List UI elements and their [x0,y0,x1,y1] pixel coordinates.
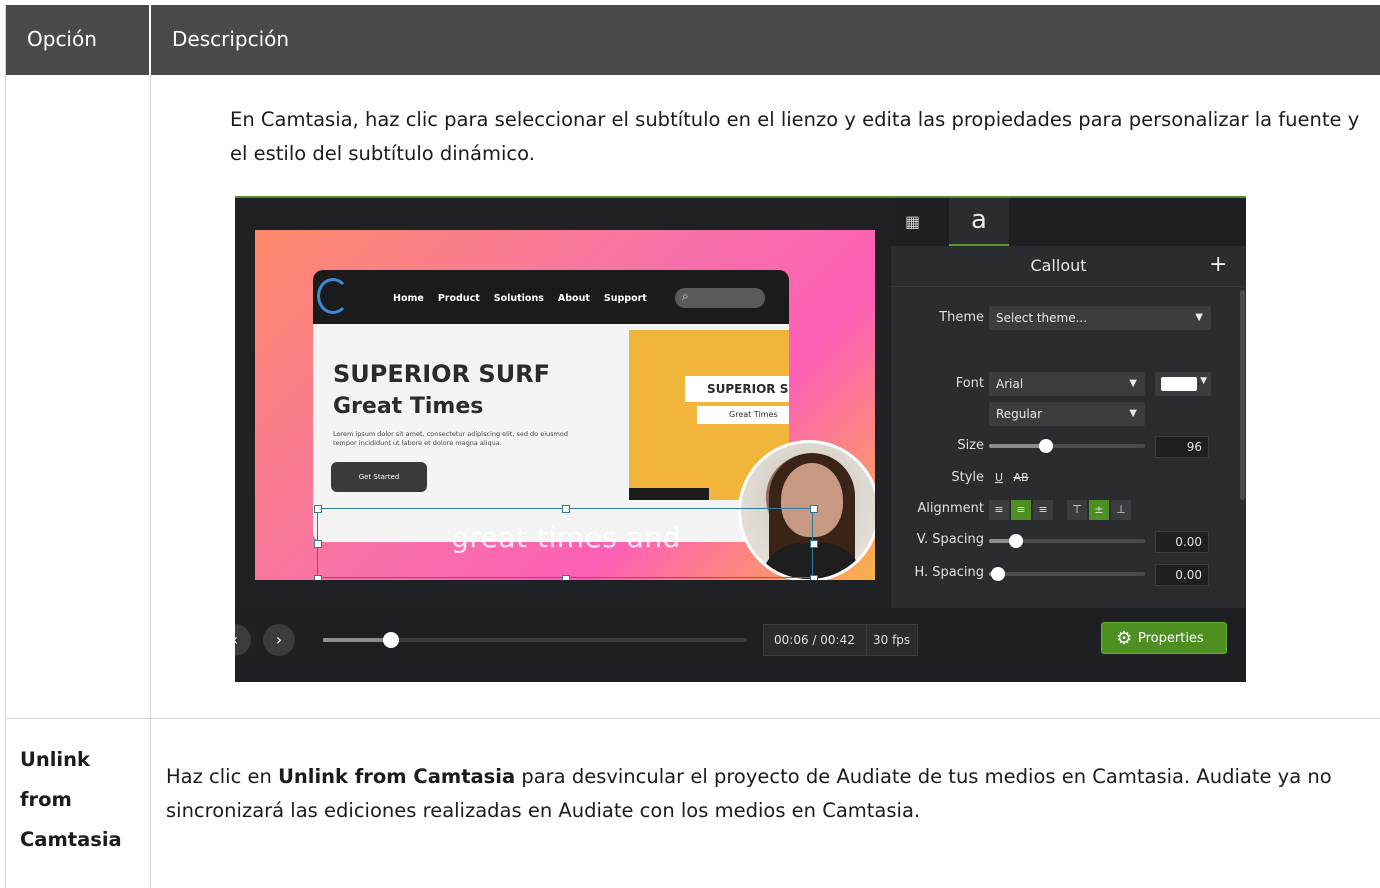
theme-select[interactable]: Select theme... ▼ [989,306,1211,330]
website-nav-links: Home Product Solutions About Support [393,293,661,304]
gear-icon: ⚙ [1116,628,1133,649]
underline-icon[interactable]: U [989,468,1009,488]
font-weight-select[interactable]: Regular ▼ [989,402,1145,426]
panel-tabs: ▦ a [891,198,1246,246]
resize-handle[interactable] [314,540,322,548]
canvas-area: Home Product Solutions About Support ⌕ SUPER… [235,198,891,608]
align-right-icon[interactable]: ≡ [1033,500,1053,520]
hspacing-slider[interactable] [989,567,1145,581]
resize-handle[interactable] [562,575,570,580]
resize-handle[interactable] [562,505,570,513]
align-center-icon[interactable]: ≡ [1011,500,1031,520]
resize-handle[interactable] [810,540,818,548]
table-header: Opción Descripción [6,5,1380,75]
row-divider [6,718,1380,719]
size-slider[interactable] [989,439,1145,453]
playhead-knob[interactable] [382,632,399,648]
get-started-button: Get Started [331,462,427,492]
dynamic-caption[interactable]: great times and [318,521,814,554]
mini-player [629,488,709,500]
caption-selection[interactable]: great times and [314,505,818,580]
resize-handle[interactable] [314,575,322,580]
weight-value: Regular [996,407,1043,421]
chevron-left-icon[interactable]: ‹ [235,624,251,656]
time-display: 00:06 / 00:42 30 fps [763,624,918,656]
website-nav: Home Product Solutions About Support ⌕ [313,270,789,324]
add-icon[interactable]: + [1209,252,1227,277]
style-label: Style [951,470,984,485]
align-middle-icon[interactable]: ± [1089,500,1109,520]
panel-scrollbar[interactable] [1240,290,1245,500]
timeline-scrubber[interactable] [323,632,747,648]
nav-home: Home [393,293,424,304]
chevron-down-icon: ▼ [1195,312,1203,323]
chevron-down-icon: ▼ [1200,376,1207,386]
font-value: Arial [996,377,1024,391]
video-frame: Home Product Solutions About Support ⌕ SUPER… [255,230,875,580]
row2-description: Haz clic en Unlink from Camtasia para de… [166,760,1366,828]
properties-button[interactable]: ⚙ Properties [1101,622,1227,654]
row2-text-before: Haz clic en [166,765,279,788]
properties-label: Properties [1138,631,1204,646]
size-input[interactable]: 96 [1155,436,1209,458]
card-subtitle: Great Times [697,406,789,424]
panel-title: Callout [1030,256,1087,275]
font-select[interactable]: Arial ▼ [989,372,1145,396]
resize-handle[interactable] [810,575,818,580]
card-title: SUPERIOR SU [685,376,789,402]
chevron-down-icon: ▼ [1129,378,1137,389]
hspacing-slider-knob[interactable] [991,567,1005,581]
theme-value: Select theme... [996,311,1088,325]
camtasia-screenshot: Home Product Solutions About Support ⌕ SUPER… [235,196,1246,682]
size-slider-knob[interactable] [1039,439,1053,453]
header-description: Descripción [172,27,290,51]
row2-text-bold: Unlink from Camtasia [278,765,516,788]
vspacing-slider[interactable] [989,534,1145,548]
theme-label: Theme [939,310,984,325]
timeline-progress [323,638,391,642]
website-mockup: Home Product Solutions About Support ⌕ SUPER… [313,270,789,542]
vspacing-input[interactable]: 0.00 [1155,531,1209,553]
row1-description: En Camtasia, haz clic para seleccionar e… [230,108,1360,165]
panel-separator [891,286,1246,287]
chevron-right-icon[interactable]: › [263,624,295,656]
font-label: Font [955,376,984,391]
resize-handle[interactable] [314,505,322,513]
hero-title: SUPERIOR SURF [333,360,551,388]
strikethrough-icon[interactable]: AB [1011,468,1031,488]
header-option: Opción [6,5,151,75]
hspacing-input[interactable]: 0.00 [1155,564,1209,586]
align-top-icon[interactable]: ⊤ [1067,500,1087,520]
nav-solutions: Solutions [493,293,544,304]
font-color-picker[interactable]: ▼ [1155,372,1211,396]
wave-logo-icon [317,278,349,314]
nav-about: About [557,293,590,304]
nav-support: Support [603,293,647,304]
tab-annotation[interactable]: a [949,198,1009,246]
column-divider [150,75,151,888]
hero-subtitle: Great Times [333,394,484,419]
size-slider-fill [989,444,1045,448]
color-swatch [1161,377,1197,391]
fps-readout: 30 fps [866,625,910,655]
search-icon: ⌕ [682,289,689,303]
row2-option: Unlink from Camtasia [20,748,122,851]
time-readout: 00:06 / 00:42 [774,633,855,647]
alignment-label: Alignment [917,501,984,516]
vspacing-slider-knob[interactable] [1009,534,1023,548]
chevron-down-icon: ▼ [1129,408,1137,419]
film-strip-icon[interactable]: ▦ [905,212,941,232]
vspacing-label: V. Spacing [916,532,984,547]
align-left-icon[interactable]: ≡ [989,500,1009,520]
website-search: ⌕ [675,288,765,308]
align-bottom-icon[interactable]: ⊥ [1111,500,1131,520]
size-label: Size [957,438,984,453]
nav-product: Product [437,293,480,304]
hero-body: Lorem ipsum dolor sit amet, consectetur … [333,430,568,447]
hspacing-label: H. Spacing [914,565,984,580]
resize-handle[interactable] [810,505,818,513]
playback-bar: ‹ › 00:06 / 00:42 30 fps ⚙ Properties [235,608,1246,682]
properties-panel: ▦ a Callout + Theme Select theme... ▼ Fon… [891,198,1246,608]
